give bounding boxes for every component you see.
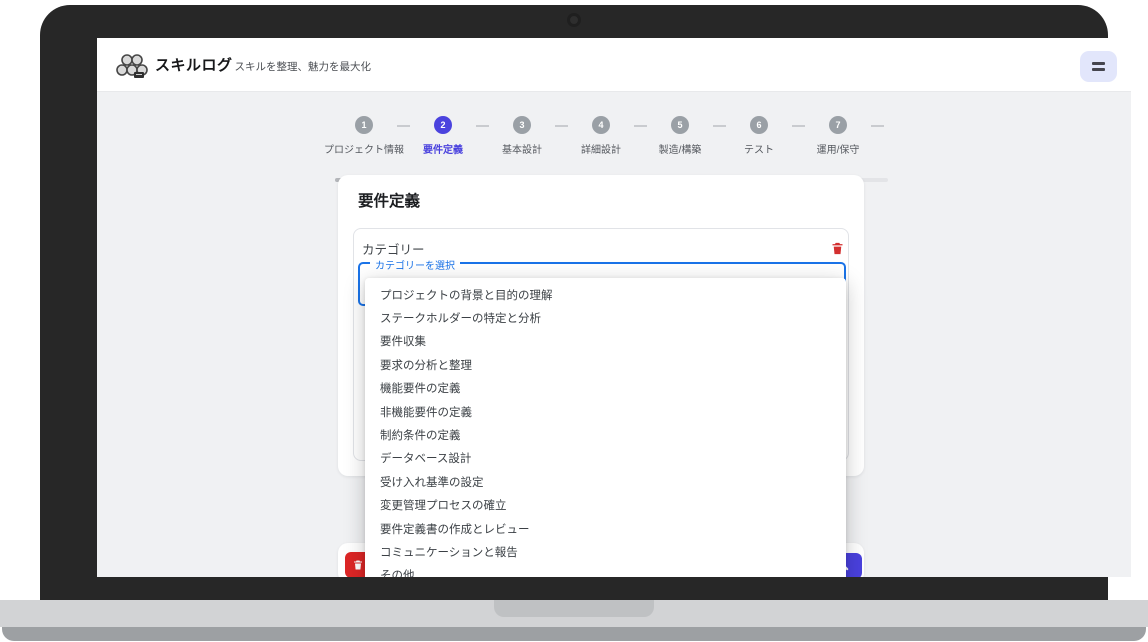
laptop-mockup: スキルログ スキルを整理、魅力を最大化 1 [0, 0, 1148, 642]
step-number-badge: 1 [355, 116, 373, 134]
step-connector [476, 125, 489, 127]
stepper-step[interactable]: 7 運用/保守 [805, 116, 871, 156]
dropdown-option[interactable]: 受け入れ基準の設定 [365, 470, 846, 493]
dropdown-option[interactable]: 機能要件の定義 [365, 377, 846, 400]
app-title: スキルログ [155, 54, 233, 75]
step-connector [871, 125, 884, 127]
menu-button[interactable] [1080, 51, 1117, 82]
page-content: 1 プロジェクト情報 2 要件定義 [97, 92, 1131, 577]
step-connector [555, 125, 568, 127]
step-label: 基本設計 [502, 141, 542, 156]
category-field-label: カテゴリー [362, 239, 425, 258]
stepper-step[interactable]: 3 基本設計 [489, 116, 555, 156]
stepper-step[interactable]: 2 要件定義 [410, 116, 476, 156]
step-label: テスト [744, 141, 774, 156]
hamburger-icon [1092, 62, 1105, 65]
log-pile-logo-icon [115, 50, 149, 80]
dropdown-option[interactable]: 非機能要件の定義 [365, 400, 846, 423]
dropdown-option[interactable]: データベース設計 [365, 447, 846, 470]
step-number-badge: 3 [513, 116, 531, 134]
step-label: 詳細設計 [581, 141, 621, 156]
dropdown-option[interactable]: 制約条件の定義 [365, 423, 846, 446]
dropdown-option[interactable]: コミュニケーションと報告 [365, 540, 846, 563]
app-header: スキルログ スキルを整理、魅力を最大化 [97, 38, 1131, 92]
trash-icon [352, 559, 364, 571]
category-select-label: カテゴリーを選択 [370, 257, 460, 272]
step-connector [713, 125, 726, 127]
step-connector [792, 125, 805, 127]
step-number-badge: 5 [671, 116, 689, 134]
dropdown-option[interactable]: 要件収集 [365, 330, 846, 353]
stepper: 1 プロジェクト情報 2 要件定義 [331, 116, 884, 156]
dropdown-option[interactable]: 変更管理プロセスの確立 [365, 494, 846, 517]
dropdown-option[interactable]: ステークホルダーの特定と分析 [365, 306, 846, 329]
stepper-step[interactable]: 5 製造/構築 [647, 116, 713, 156]
laptop-base [0, 600, 1148, 627]
dropdown-option[interactable]: 要件定義書の作成とレビュー [365, 517, 846, 540]
app-title-group: スキルログ スキルを整理、魅力を最大化 [155, 54, 371, 75]
section-title: 要件定義 [358, 189, 420, 211]
laptop-notch [494, 600, 654, 617]
category-dropdown-menu: プロジェクトの背景と目的の理解 ステークホルダーの特定と分析 要件収集 要求の分… [365, 278, 846, 577]
step-label: 要件定義 [423, 141, 463, 156]
dropdown-option[interactable]: その他 [365, 564, 846, 577]
trash-icon [830, 241, 845, 256]
stepper-step[interactable]: 4 詳細設計 [568, 116, 634, 156]
webcam-icon [567, 13, 581, 27]
app-tagline: スキルを整理、魅力を最大化 [235, 59, 372, 74]
delete-category-button[interactable] [829, 241, 845, 257]
stepper-step[interactable]: 6 テスト [726, 116, 792, 156]
step-number-badge: 6 [750, 116, 768, 134]
step-connector [634, 125, 647, 127]
dropdown-option[interactable]: プロジェクトの背景と目的の理解 [365, 283, 846, 306]
step-connector [397, 125, 410, 127]
step-label: 製造/構築 [659, 141, 702, 156]
laptop-bezel: スキルログ スキルを整理、魅力を最大化 1 [40, 5, 1108, 600]
app-screen: スキルログ スキルを整理、魅力を最大化 1 [97, 38, 1131, 577]
step-label: 運用/保守 [817, 141, 860, 156]
step-label: プロジェクト情報 [324, 141, 404, 156]
step-number-badge: 2 [434, 116, 452, 134]
stepper-step[interactable]: 1 プロジェクト情報 [331, 116, 397, 156]
step-number-badge: 4 [592, 116, 610, 134]
step-number-badge: 7 [829, 116, 847, 134]
dropdown-option[interactable]: 要求の分析と整理 [365, 353, 846, 376]
laptop-base-bottom [2, 627, 1146, 641]
